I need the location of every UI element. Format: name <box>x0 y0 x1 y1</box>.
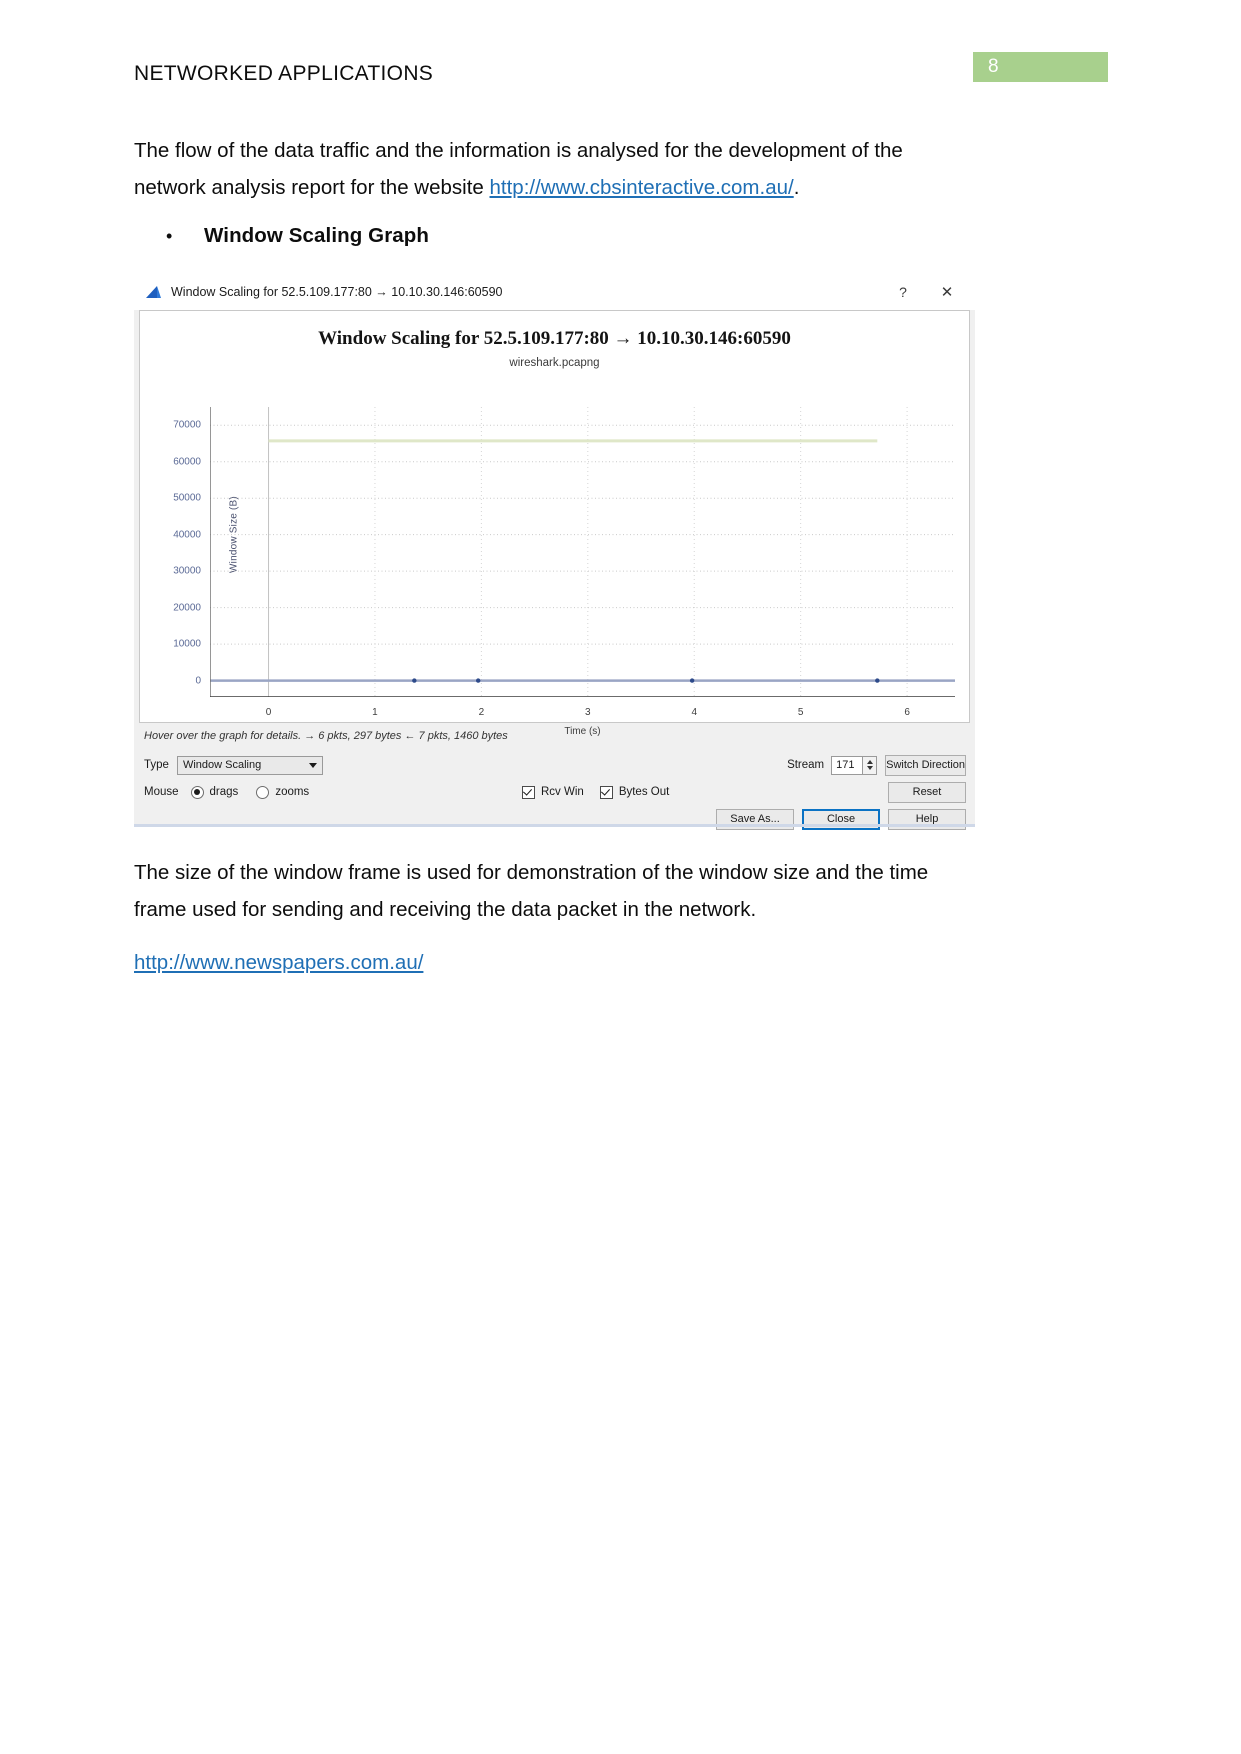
wireshark-shark-fin-icon <box>146 285 161 298</box>
bullet-dot-icon: • <box>166 226 173 246</box>
newspapers-link[interactable]: http://www.newspapers.com.au/ <box>134 951 423 974</box>
type-select[interactable]: Window Scaling <box>176 755 323 775</box>
y-tick-label: 10000 <box>173 638 201 650</box>
x-tick-label: 6 <box>904 707 910 718</box>
x-tick-label: 0 <box>265 707 272 718</box>
series-checkboxes: Rcv Win Bytes Out <box>522 785 685 799</box>
x-tick-label: 2 <box>478 707 485 718</box>
checkbox-rcv-win-icon[interactable] <box>522 785 535 799</box>
titlebar-buttons: ? ✕ <box>881 274 969 310</box>
checkbox-rcv-win[interactable]: Rcv Win <box>522 785 584 799</box>
page-title: NETWORKED APPLICATIONS <box>134 62 434 85</box>
chart-panel[interactable]: Window Scaling for 52.5.109.177:80 → 10.… <box>139 310 970 737</box>
checkbox-bytes-out[interactable]: Bytes Out <box>599 785 670 799</box>
y-tick-label: 70000 <box>173 419 201 431</box>
type-row: Type Window Scaling Stream 171 Switch Di… <box>134 752 975 778</box>
reset-cluster: Reset <box>880 781 966 803</box>
radio-drags[interactable]: drags <box>190 785 239 799</box>
chevron-down-icon <box>308 762 317 768</box>
closing-paragraph: The size of the window frame is used for… <box>134 861 929 921</box>
y-tick-label: 40000 <box>173 529 201 541</box>
type-label: Type <box>144 759 169 771</box>
chart-title: Window Scaling for 52.5.109.177:80 → 10.… <box>318 328 791 349</box>
bullet-window-scaling-graph: • Window Scaling Graph <box>166 224 429 248</box>
dialog-titlebar: Window Scaling for 52.5.109.177:80 → 10.… <box>134 274 975 310</box>
hover-hint-text: Hover over the graph for details. → 6 pk… <box>144 730 508 742</box>
intro-paragraph-period: . <box>793 176 800 199</box>
mouse-mode-radios: drags zooms <box>190 785 328 799</box>
stepper-up-icon[interactable] <box>866 760 873 764</box>
wireshark-window-scaling-dialog: Window Scaling for 52.5.109.177:80 → 10.… <box>134 274 975 830</box>
help-icon[interactable]: ? <box>881 277 925 307</box>
dialog-title-text: Window Scaling for 52.5.109.177:80 → 10.… <box>171 285 503 299</box>
plot-canvas <box>210 407 955 697</box>
radio-drags-label: drags <box>209 786 239 798</box>
mouse-label: Mouse <box>144 786 179 798</box>
intro-paragraph: The flow of the data traffic and the inf… <box>134 132 974 206</box>
x-tick-label: 5 <box>797 707 804 718</box>
x-tick-label: 3 <box>585 707 591 718</box>
bullet-label: Window Scaling Graph <box>204 224 430 247</box>
stream-label: Stream <box>787 759 825 771</box>
cbsinteractive-link[interactable]: http://www.cbsinteractive.com.au/ <box>490 176 794 199</box>
x-tick-label: 1 <box>372 707 378 718</box>
newspapers-link-paragraph: http://www.newspapers.com.au/ <box>134 944 974 981</box>
switch-direction-button[interactable]: Switch Direction <box>885 754 966 776</box>
radio-zooms-label: zooms <box>275 786 310 798</box>
checkbox-bytes-out-label: Bytes Out <box>618 786 670 798</box>
checkbox-rcv-win-label: Rcv Win <box>541 786 584 798</box>
plot-frame[interactable]: Window Size (B) Time (s) 0 10000 20000 3000… <box>173 407 955 737</box>
y-tick-label: 30000 <box>173 565 201 577</box>
y-tick-label: 50000 <box>173 492 201 504</box>
x-tick-label: 4 <box>691 707 698 718</box>
stream-input[interactable]: 171 <box>831 755 864 775</box>
chart-subtitle: wireshark.pcapng <box>509 357 600 369</box>
close-icon[interactable]: ✕ <box>925 277 969 307</box>
radio-drags-icon[interactable] <box>190 785 204 799</box>
stream-stepper[interactable] <box>863 755 878 775</box>
reset-button[interactable]: Reset <box>888 781 966 803</box>
type-select-value: Window Scaling <box>182 759 262 771</box>
stepper-down-icon[interactable] <box>866 766 873 770</box>
radio-zooms-icon[interactable] <box>256 785 270 799</box>
y-tick-label: 60000 <box>173 456 201 468</box>
checkbox-bytes-out-icon[interactable] <box>599 785 613 799</box>
radio-zooms[interactable]: zooms <box>256 785 310 799</box>
dialog-bottom-border <box>134 824 975 827</box>
page-number-badge: 8 <box>973 52 1108 82</box>
dialog-button-row: Save As... Close Help <box>134 806 975 832</box>
y-tick-label: 0 <box>195 675 201 687</box>
stream-cluster: Stream 171 Switch Direction <box>777 754 966 776</box>
y-tick-label: 20000 <box>173 602 201 614</box>
mouse-row: Mouse drags zooms Rcv Win Bytes Out Rese… <box>134 779 975 805</box>
